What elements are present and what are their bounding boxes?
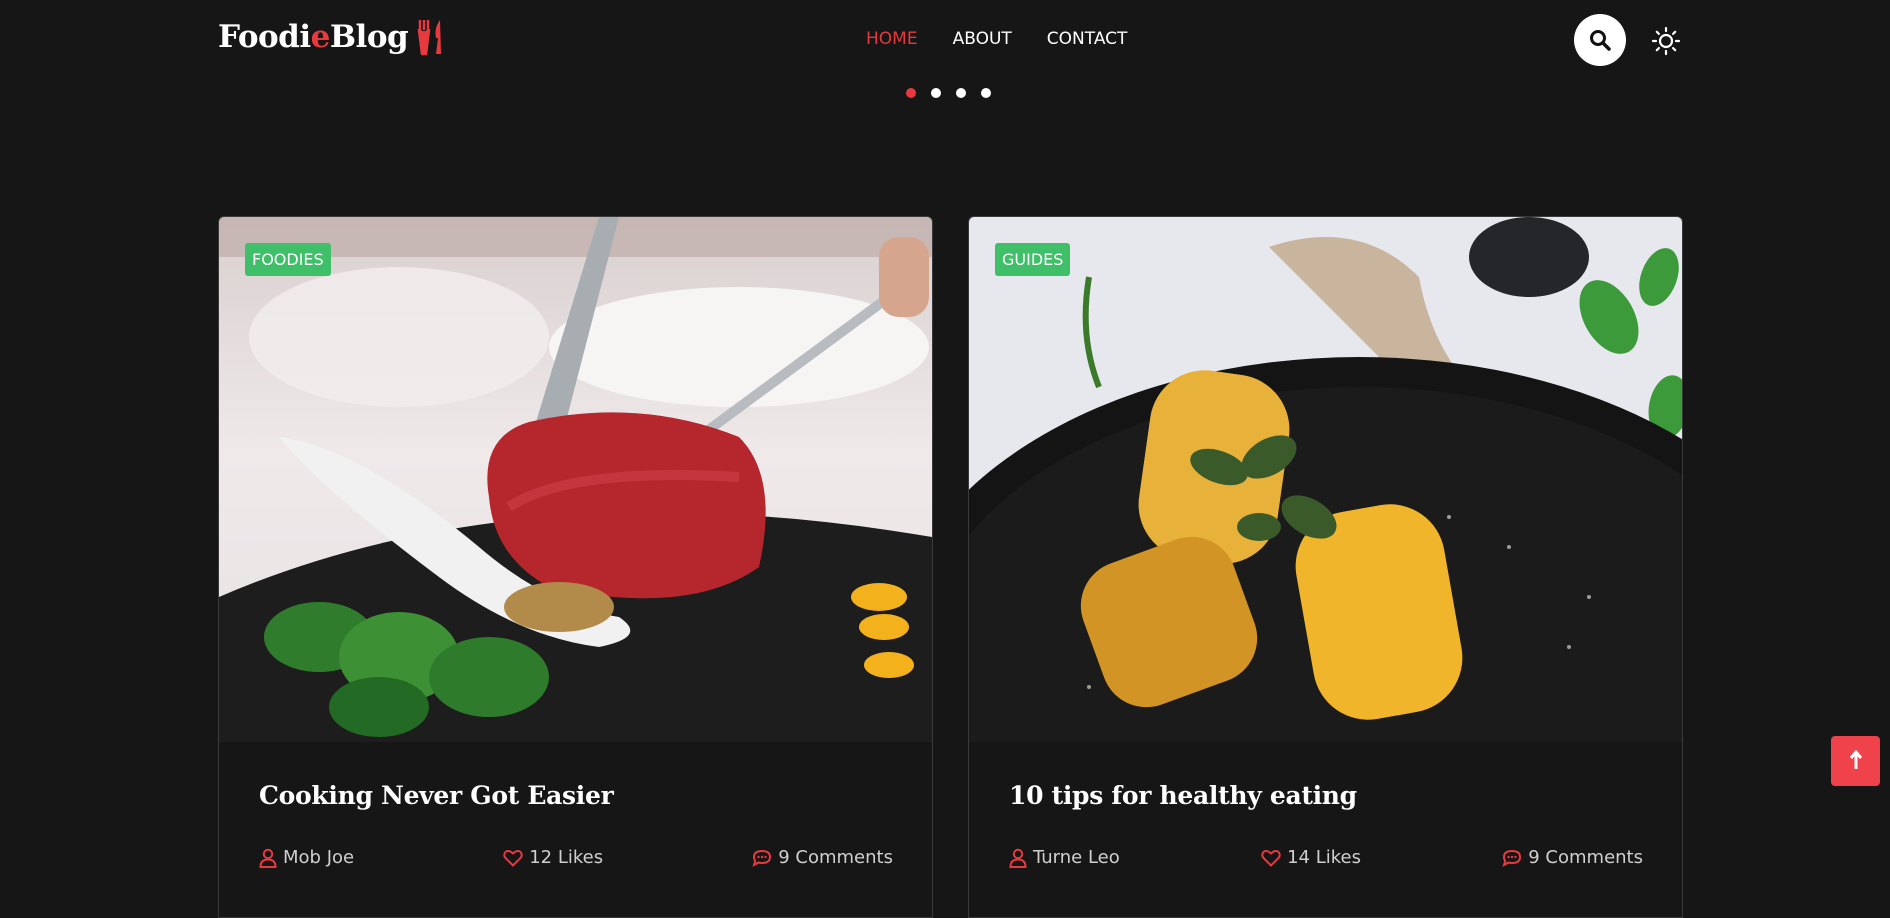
heart-icon (1261, 849, 1281, 867)
category-badge[interactable]: FOODIES (245, 243, 331, 276)
user-icon (1009, 848, 1027, 868)
post-image-steak-tartare[interactable] (219, 217, 932, 742)
post-author[interactable]: Turne Leo (1009, 847, 1120, 868)
comment-icon (752, 849, 772, 867)
slider-dot[interactable] (956, 88, 966, 98)
post-title[interactable]: 10 tips for healthy eating (1009, 781, 1357, 810)
arrow-up-icon (1849, 750, 1862, 769)
post-title[interactable]: Cooking Never Got Easier (259, 781, 614, 810)
post-meta: Turne Leo 14 Likes 9 Comments (1009, 847, 1643, 868)
heart-icon (503, 849, 523, 867)
category-badge[interactable]: GUIDES (995, 243, 1071, 276)
nav-home[interactable]: HOME (866, 29, 918, 49)
post-comments[interactable]: 9 Comments (1502, 847, 1643, 868)
likes-count: 14 Likes (1287, 847, 1361, 868)
comment-icon (1502, 849, 1522, 867)
main-nav: HOME ABOUT CONTACT (866, 29, 1127, 49)
post-likes[interactable]: 12 Likes (503, 847, 603, 868)
slider-dot[interactable] (931, 88, 941, 98)
logo-text-accent: e (310, 19, 331, 55)
search-button[interactable] (1574, 14, 1626, 66)
logo-text-part3: Blog (329, 19, 409, 55)
site-header: Foodi e Blog HOME ABOUT CONTACT (0, 0, 1890, 80)
likes-count: 12 Likes (529, 847, 604, 868)
post-card: FOODIES Cooking Never Got Easier Mob Joe… (218, 216, 933, 918)
utensils-icon (414, 18, 450, 56)
post-card: GUIDES 10 tips for healthy eating Turne … (968, 216, 1683, 918)
nav-contact[interactable]: CONTACT (1047, 29, 1128, 49)
scroll-to-top-button[interactable] (1831, 736, 1880, 786)
post-likes[interactable]: 14 Likes (1261, 847, 1361, 868)
slider-dot[interactable] (906, 88, 916, 98)
post-meta: Mob Joe 12 Likes 9 Comments (259, 847, 893, 868)
slider-dot[interactable] (981, 88, 991, 98)
nav-about[interactable]: ABOUT (953, 29, 1012, 49)
author-name: Turne Leo (1033, 847, 1120, 868)
user-icon (259, 848, 277, 868)
site-logo[interactable]: Foodi e Blog (218, 18, 450, 56)
post-image-grilled-corn[interactable] (969, 217, 1682, 742)
search-icon (1590, 30, 1611, 51)
comments-count: 9 Comments (778, 847, 893, 868)
post-author[interactable]: Mob Joe (259, 847, 354, 868)
logo-text-part1: Foodi (218, 19, 311, 55)
theme-toggle-button[interactable] (1651, 26, 1681, 56)
sun-icon (1651, 26, 1681, 56)
post-comments[interactable]: 9 Comments (752, 847, 893, 868)
slider-dots (906, 88, 991, 98)
author-name: Mob Joe (283, 847, 355, 868)
comments-count: 9 Comments (1528, 847, 1643, 868)
